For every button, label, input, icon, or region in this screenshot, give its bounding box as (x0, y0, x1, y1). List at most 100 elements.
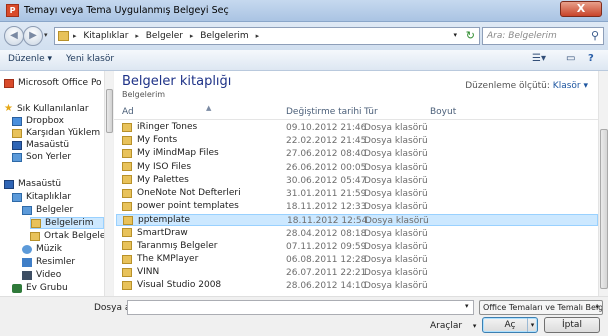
breadcrumb-documents[interactable]: Belgeler (146, 31, 183, 41)
view-options-icon[interactable]: ☰▾ (532, 53, 546, 64)
new-folder-button[interactable]: Yeni klasör (66, 54, 114, 64)
download-folder-icon (12, 128, 22, 138)
file-name: pptemplate (138, 215, 191, 226)
file-date: 09.10.2012 21:46 (286, 123, 367, 133)
organize-button[interactable]: Düzenle ▾ (8, 54, 52, 64)
music-icon (22, 244, 32, 254)
chevron-right-icon[interactable]: ▸ (190, 32, 194, 40)
file-row[interactable]: OneNote Not Defterleri 31.01.2011 21:59 Do… (116, 188, 598, 200)
nav-item-pictures[interactable]: Resimler (22, 256, 75, 268)
file-type-filter[interactable]: Office Temaları ve Temalı Belge ▾ (479, 300, 603, 315)
column-size[interactable]: Boyut (430, 107, 456, 117)
file-row[interactable]: VINN 26.07.2011 22:21 Dosya klasörü (116, 267, 598, 279)
filename-input[interactable] (127, 300, 474, 315)
refresh-icon[interactable]: ↻ (466, 29, 475, 42)
star-icon: ★ (4, 103, 13, 114)
file-row[interactable]: Taranmış Belgeler 07.11.2012 09:59 Dosya k… (116, 241, 598, 253)
chevron-right-icon[interactable]: ▸ (256, 32, 260, 40)
search-icon[interactable]: ⚲ (591, 29, 599, 42)
nav-item-music[interactable]: Müzik (22, 243, 62, 255)
nav-item-label: Dropbox (26, 116, 64, 126)
address-bar[interactable]: ▸ Kitaplıklar ▸ Belgeler ▸ Belgelerim ▸ … (54, 27, 480, 45)
nav-item-downloads[interactable]: Karşıdan Yüklem (12, 127, 100, 139)
chevron-down-icon[interactable]: ▾ (453, 31, 457, 39)
nav-item-recent[interactable]: Son Yerler (12, 151, 71, 163)
file-row[interactable]: My iMindMap Files 27.06.2012 08:40 Dosya k… (116, 148, 598, 160)
file-row[interactable]: Visual Studio 2008 28.06.2012 14:10 Dosya … (116, 280, 598, 292)
close-button[interactable]: X (560, 1, 602, 17)
file-type: Dosya klasörü (364, 189, 428, 199)
nav-item-libraries[interactable]: Kitaplıklar (12, 191, 71, 203)
file-row[interactable]: My Fonts 22.02.2012 21:45 Dosya klasörü (116, 135, 598, 147)
file-type: Dosya klasörü (364, 281, 428, 292)
file-row[interactable]: My ISO Files 26.06.2012 00:05 Dosya klasör… (116, 162, 598, 174)
file-row[interactable]: SmartDraw 28.04.2012 08:18 Dosya klasörü (116, 228, 598, 240)
sort-ascending-icon: ▲ (206, 104, 212, 112)
column-name[interactable]: Ad (122, 107, 134, 117)
nav-item-favorites[interactable]: ★ Sık Kullanılanlar (4, 103, 89, 115)
file-name: power point templates (137, 201, 239, 212)
back-button[interactable]: ◀ (4, 26, 24, 46)
scrollbar-thumb[interactable] (600, 129, 608, 289)
library-subtitle: Belgelerim (122, 90, 166, 99)
library-title: Belgeler kitaplığı (122, 74, 232, 89)
file-name-cell: iRinger Tones (122, 122, 197, 132)
office-icon (4, 78, 14, 88)
arrange-by-dropdown[interactable]: Klasör ▾ (553, 81, 588, 91)
nav-item-homegroup[interactable]: Ev Grubu (12, 282, 68, 294)
navigation-pane-scrollbar[interactable] (104, 71, 113, 296)
file-list-scrollbar[interactable] (598, 71, 608, 296)
file-row[interactable]: The KMPlayer 06.08.2011 12:28 Dosya klasör… (116, 254, 598, 266)
nav-item-dropbox[interactable]: Dropbox (12, 115, 64, 127)
file-name-cell: My ISO Files (122, 162, 191, 172)
chevron-right-icon[interactable]: ▸ (135, 32, 139, 40)
search-input[interactable]: Ara: Belgelerim (487, 31, 557, 41)
chevron-down-icon[interactable]: ▾ (465, 302, 469, 310)
folder-icon (122, 122, 132, 132)
column-date-modified[interactable]: Değiştirme tarihi (286, 107, 362, 117)
help-icon[interactable]: ? (588, 53, 594, 64)
nav-item-desktop-fav[interactable]: Masaüstü (12, 139, 69, 151)
scrollbar-thumb[interactable] (106, 89, 113, 133)
file-name: My iMindMap Files (137, 148, 219, 159)
folder-icon (122, 162, 132, 172)
file-name-cell: power point templates (122, 201, 239, 211)
file-name-cell: Taranmış Belgeler (122, 241, 217, 251)
file-row[interactable]: iRinger Tones 09.10.2012 21:46 Dosya klasö… (116, 122, 598, 134)
preview-pane-icon[interactable]: ▭ (566, 53, 575, 64)
folder-icon (30, 231, 40, 241)
forward-button[interactable]: ▶ (23, 26, 43, 46)
folder-icon (122, 148, 132, 158)
nav-item-public-documents[interactable]: Ortak Belgele (30, 230, 105, 242)
file-name: My Palettes (137, 174, 189, 185)
nav-item-label: Microsoft Office Po (18, 78, 102, 88)
file-row[interactable]: pptemplate 18.11.2012 12:54 Dosya klasörü (116, 214, 598, 227)
file-type: Dosya klasörü (364, 255, 428, 265)
nav-item-video[interactable]: Video (22, 269, 61, 281)
cancel-button[interactable]: İptal (544, 317, 600, 333)
tools-label: Araçlar (430, 321, 463, 331)
tools-button[interactable]: Araçlar ▾ (430, 321, 476, 331)
file-name-cell: Visual Studio 2008 (122, 280, 221, 290)
dropbox-icon (12, 116, 22, 126)
file-row[interactable]: My Palettes 30.06.2012 05:47 Dosya klasörü (116, 175, 598, 187)
file-date: 28.04.2012 08:18 (286, 228, 367, 239)
nav-item-documents[interactable]: Belgeler (22, 204, 73, 216)
recent-pages-dropdown-icon[interactable]: ▾ (44, 31, 48, 39)
nav-item-office[interactable]: Microsoft Office Po (4, 77, 102, 89)
file-row[interactable]: power point templates 18.11.2012 12:33 Dos… (116, 201, 598, 213)
breadcrumb-my-documents[interactable]: Belgelerim (200, 31, 248, 41)
nav-item-my-documents[interactable]: Belgelerim (30, 217, 104, 229)
nav-item-label: Kitaplıklar (26, 192, 72, 202)
title-bar: P Temayı veya Tema Uygulanmış Belgeyi Se… (0, 0, 608, 22)
column-type[interactable]: Tür (364, 107, 378, 117)
open-button[interactable]: Aç ▾ (482, 317, 538, 333)
breadcrumb-libraries[interactable]: Kitaplıklar (83, 31, 128, 41)
nav-item-desktop[interactable]: Masaüstü (4, 178, 61, 190)
chevron-right-icon[interactable]: ▸ (73, 32, 77, 40)
folder-icon (122, 175, 132, 185)
chevron-down-icon: ▾ (595, 303, 599, 311)
file-name-cell: My iMindMap Files (122, 148, 219, 158)
chevron-down-icon[interactable]: ▾ (527, 318, 537, 332)
search-box[interactable]: Ara: Belgelerim ⚲ (482, 27, 604, 45)
